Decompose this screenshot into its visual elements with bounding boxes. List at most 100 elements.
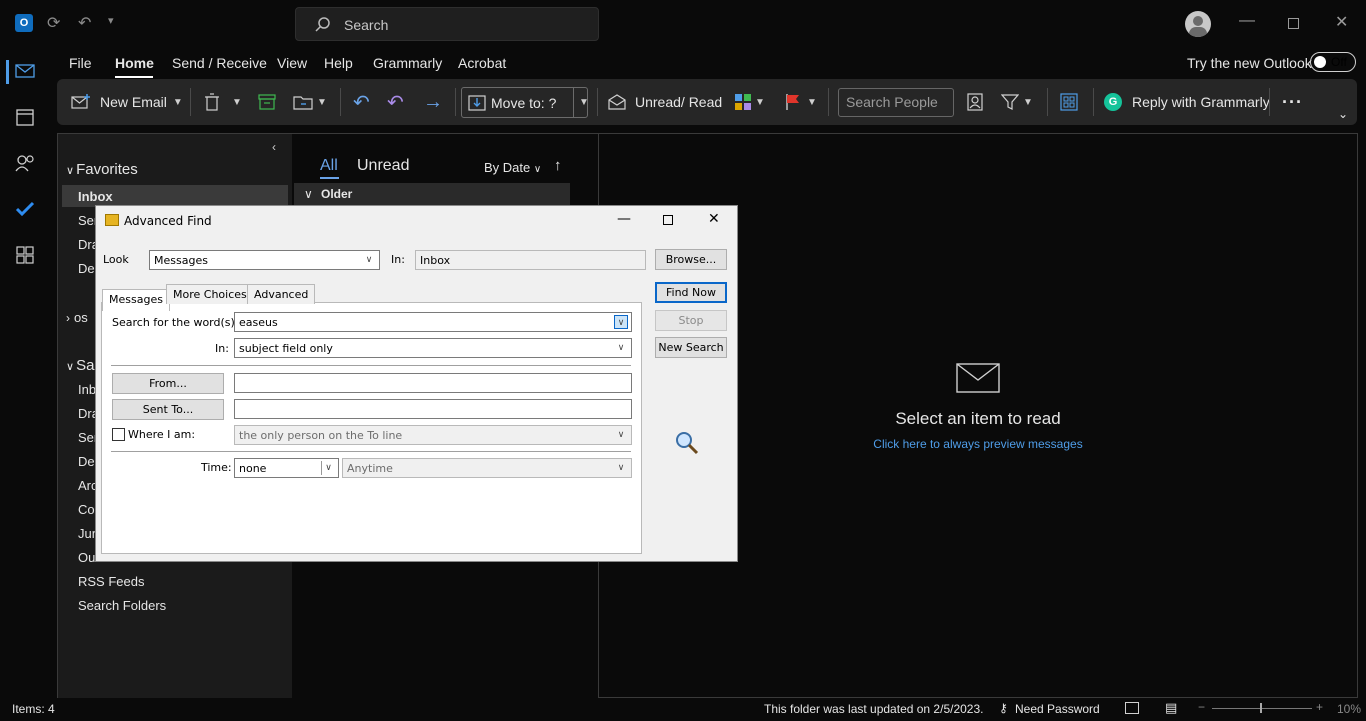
zoom-in-icon[interactable]: + — [1316, 700, 1323, 714]
normal-view-icon[interactable] — [1125, 702, 1139, 714]
dialog-title: Advanced Find — [124, 214, 212, 228]
new-outlook-toggle[interactable]: Off — [1310, 52, 1356, 72]
chevron-down-icon[interactable]: ▼ — [1023, 97, 1033, 108]
chevron-down-icon[interactable]: ▼ — [173, 97, 183, 108]
menu-send-receive[interactable]: Send / Receive — [172, 55, 267, 71]
search-people-input[interactable]: Search People — [838, 88, 954, 117]
chevron-down-icon[interactable]: ▼ — [755, 97, 765, 108]
menu-file[interactable]: File — [69, 55, 92, 71]
avatar[interactable] — [1185, 11, 1211, 37]
folder-inbox[interactable]: Inbox — [78, 189, 113, 204]
more-options-icon[interactable]: ··· — [1282, 79, 1303, 125]
filter-icon — [1001, 94, 1019, 110]
title-bar: O ⟳ ↶ ▾ Search — ✕ — [0, 0, 1366, 48]
folder-outbox[interactable]: Ou — [78, 550, 95, 565]
toggle-label: Off — [1331, 55, 1347, 69]
categorize-button[interactable]: ▼ — [734, 79, 765, 125]
dialog-maximize-icon[interactable] — [663, 215, 673, 225]
new-email-button[interactable]: New Email ▼ — [71, 79, 183, 125]
menu-home[interactable]: Home — [115, 55, 154, 71]
dialog-minimize-icon[interactable]: — — [617, 211, 631, 227]
preview-messages-link[interactable]: Click here to always preview messages — [830, 437, 1126, 451]
chevron-down-icon[interactable]: ▼ — [317, 97, 327, 108]
chevron-down-icon[interactable]: ▼ — [579, 97, 589, 108]
move-to-quick-step[interactable]: Move to: ? ▼ — [461, 87, 589, 118]
find-now-button[interactable]: Find Now — [655, 282, 727, 303]
minimize-icon[interactable]: — — [1239, 12, 1255, 30]
folder-conversation[interactable]: Co — [78, 502, 95, 517]
expand-ribbon-icon[interactable]: ⌄ — [1338, 91, 1348, 137]
calendar-icon[interactable] — [12, 104, 38, 130]
forward-button[interactable]: → — [423, 79, 443, 125]
customize-toolbar-icon[interactable]: ▾ — [108, 14, 114, 27]
close-icon[interactable]: ✕ — [1335, 12, 1348, 32]
search-in-select[interactable]: subject field only ∨ — [234, 338, 632, 358]
need-password-status[interactable]: Need Password — [1015, 702, 1100, 716]
group-header-older[interactable]: ∨ Older — [294, 183, 570, 205]
new-search-button[interactable]: New Search — [655, 337, 727, 358]
chevron-down-icon[interactable]: ∨ — [614, 315, 628, 329]
sort-by-date-button[interactable]: By Date ∨ — [484, 160, 541, 175]
reading-view-icon[interactable]: ▤ — [1165, 700, 1177, 716]
search-words-input[interactable]: easeus ∨ — [234, 312, 632, 332]
tab-all[interactable]: All — [320, 157, 338, 175]
browse-button[interactable]: Browse... — [655, 249, 727, 270]
todo-icon[interactable] — [12, 196, 38, 222]
search-in-label: In: — [215, 342, 229, 355]
from-button[interactable]: From... — [112, 373, 224, 394]
collapse-pane-icon[interactable]: ‹ — [272, 140, 276, 154]
chevron-down-icon[interactable]: ▼ — [232, 97, 242, 108]
sync-icon[interactable]: ⟳ — [47, 13, 60, 33]
menu-grammarly[interactable]: Grammarly — [373, 55, 442, 71]
people-icon[interactable] — [12, 150, 38, 176]
menu-help[interactable]: Help — [324, 55, 353, 71]
search-input[interactable]: Search — [295, 7, 599, 41]
all-apps-button[interactable] — [1060, 79, 1078, 125]
zoom-slider-thumb[interactable] — [1260, 703, 1262, 713]
magnifier-icon — [674, 430, 700, 459]
move-to-label: Move to: ? — [491, 95, 557, 111]
filter-email-button[interactable]: ▼ — [1001, 79, 1033, 125]
from-input[interactable] — [234, 373, 632, 393]
zoom-level: 10% — [1337, 702, 1362, 716]
time-range-select: Anytime ∨ — [342, 458, 632, 478]
zoom-out-icon[interactable]: − — [1198, 700, 1205, 714]
mail-icon[interactable] — [12, 58, 38, 84]
folder-inbox-2[interactable]: Inb — [78, 382, 96, 397]
tab-advanced[interactable]: Advanced — [247, 284, 316, 304]
sort-direction-icon[interactable]: ↑ — [554, 157, 562, 174]
time-select[interactable]: none ∨ — [234, 458, 339, 478]
archive-button[interactable] — [258, 79, 276, 125]
account-header[interactable]: › os — [66, 309, 88, 326]
zoom-slider[interactable] — [1212, 708, 1312, 709]
reply-with-grammarly-button[interactable]: G Reply with Grammarly — [1104, 79, 1270, 125]
look-select[interactable]: Messages ∨ — [149, 250, 380, 270]
menu-acrobat[interactable]: Acrobat — [458, 55, 506, 71]
address-book-button[interactable] — [967, 79, 983, 125]
folder-rss-feeds[interactable]: RSS Feeds — [78, 574, 144, 589]
follow-up-button[interactable]: ▼ — [785, 79, 817, 125]
reply-all-button[interactable]: ↶ — [387, 79, 404, 125]
unread-read-button[interactable]: Unread/ Read — [608, 79, 722, 125]
restore-icon[interactable] — [1288, 18, 1299, 29]
tab-unread[interactable]: Unread — [357, 157, 409, 175]
menu-view[interactable]: View — [277, 55, 307, 71]
move-button[interactable]: ▼ — [293, 79, 327, 125]
chevron-down-icon[interactable]: ▼ — [807, 97, 817, 108]
tab-more-choices[interactable]: More Choices — [166, 284, 254, 304]
apps-icon[interactable] — [12, 242, 38, 268]
in-folder-field: Inbox — [415, 250, 646, 270]
delete-button[interactable]: ▼ — [204, 79, 242, 125]
tab-messages[interactable]: Messages — [102, 289, 170, 311]
folder-search-folders[interactable]: Search Folders — [78, 598, 166, 613]
search-folders-header[interactable]: ∨ Sa — [66, 357, 94, 374]
status-bar: Items: 4 This folder was last updated on… — [0, 698, 1366, 721]
undo-icon[interactable]: ↶ — [78, 13, 91, 33]
sent-to-input[interactable] — [234, 399, 632, 419]
sent-to-button[interactable]: Sent To... — [112, 399, 224, 420]
dialog-close-icon[interactable]: ✕ — [708, 211, 720, 227]
undo-button[interactable]: ↶ — [353, 79, 370, 125]
grammarly-icon: G — [1104, 93, 1122, 111]
where-i-am-checkbox[interactable] — [112, 428, 125, 441]
favorites-header[interactable]: ∨ Favorites — [66, 161, 138, 178]
